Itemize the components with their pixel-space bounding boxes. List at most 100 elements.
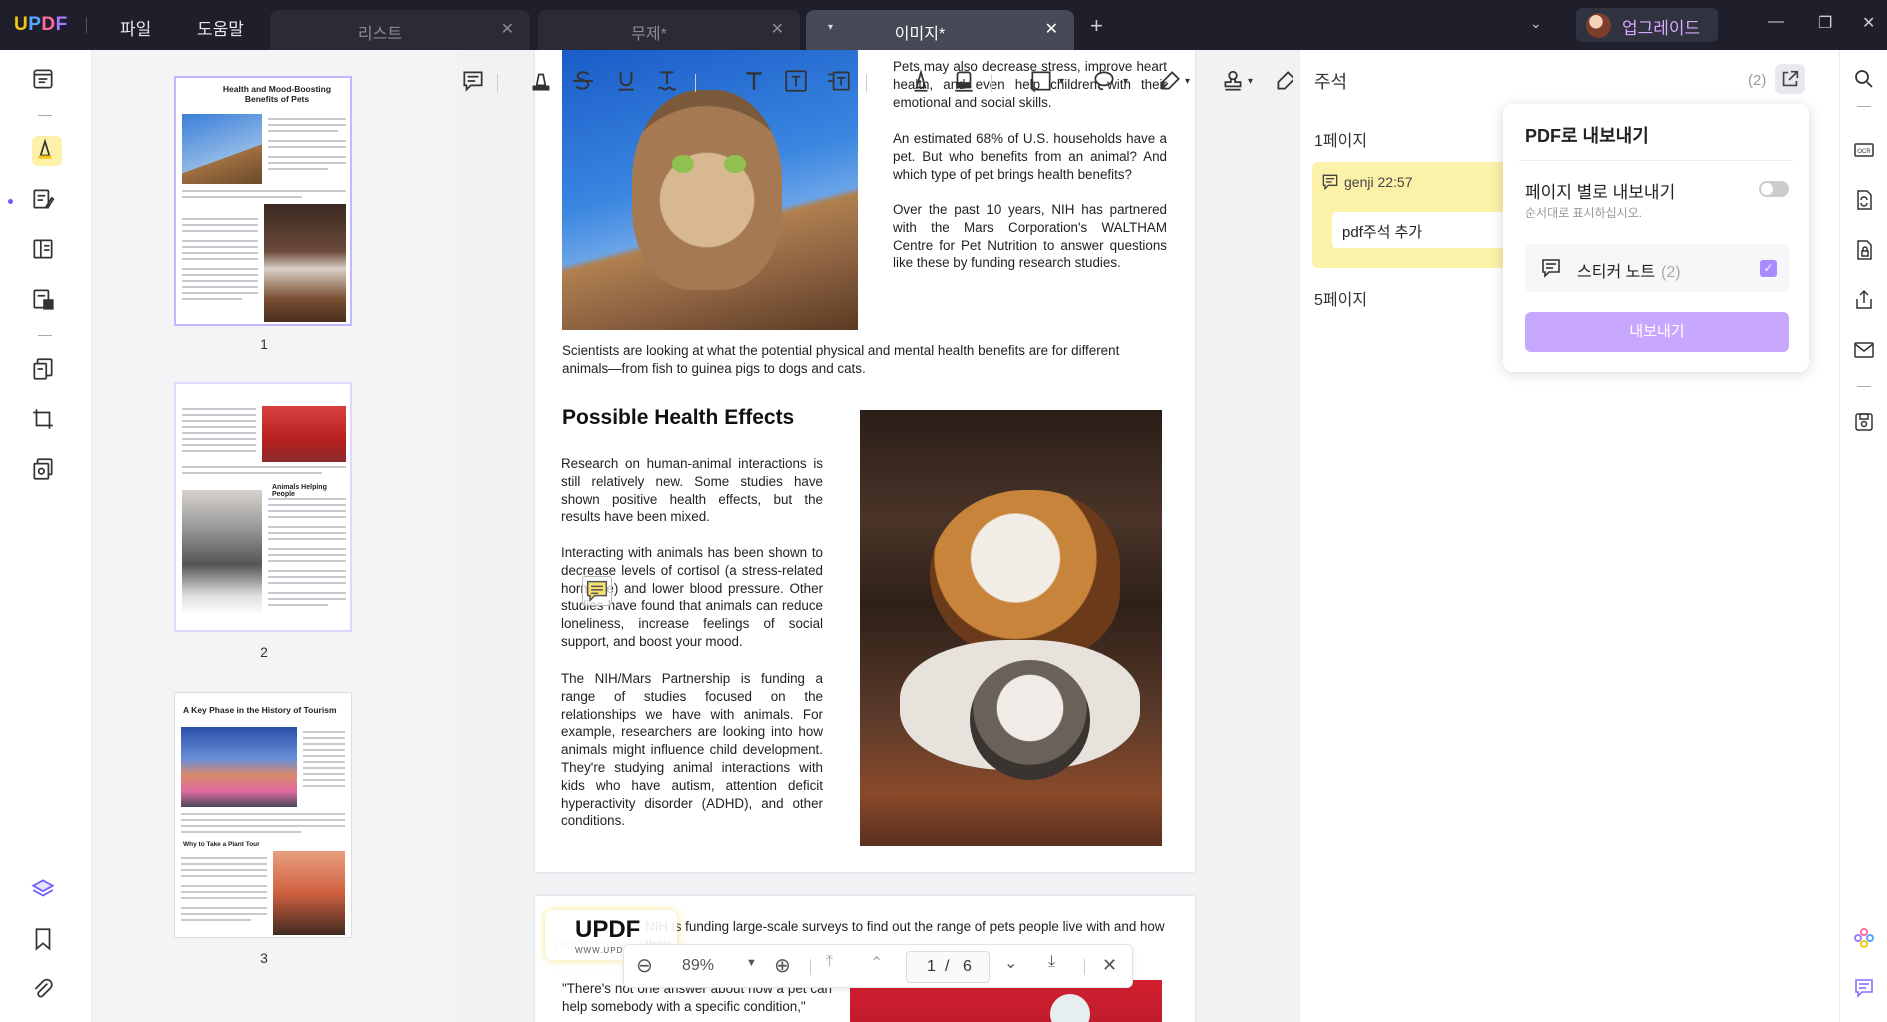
thumb-text-line: [181, 907, 267, 909]
tab-image[interactable]: ▾ 이미지* ✕: [806, 10, 1074, 50]
edit-pdf-icon[interactable]: [30, 186, 60, 216]
ocr-icon[interactable]: OCR: [1852, 138, 1878, 164]
attachment-icon[interactable]: [30, 976, 60, 1006]
page-indicator[interactable]: 1 / 6: [906, 951, 990, 983]
first-page-icon[interactable]: ⤒: [826, 953, 833, 971]
note-content-box[interactable]: pdf주석 추가: [1332, 212, 1512, 248]
zoom-in-icon[interactable]: ⊕: [774, 953, 791, 978]
text-callout-icon[interactable]: [826, 68, 854, 96]
thumb-text-line: [181, 897, 267, 899]
next-page-icon[interactable]: ⌄: [1004, 953, 1017, 973]
thumb-text-line: [182, 274, 258, 276]
thumbnail-page-1[interactable]: Health and Mood-Boosting Benefits of Pet…: [174, 76, 352, 326]
tab-label: 무제*: [631, 26, 667, 43]
previous-page-icon[interactable]: ⌃: [870, 953, 883, 973]
tab-close-icon[interactable]: ✕: [771, 19, 784, 39]
pen-icon[interactable]: [1157, 68, 1185, 96]
stamp-dropdown-icon[interactable]: ▾: [1248, 76, 1253, 87]
tab-close-icon[interactable]: ✕: [1045, 19, 1058, 39]
sticky-note-icon: [1542, 259, 1560, 278]
export-by-page-toggle[interactable]: [1759, 181, 1789, 197]
thumb-text-line: [182, 298, 242, 300]
highlight-icon[interactable]: [528, 68, 556, 96]
thumb-text-line: [303, 767, 345, 769]
last-page-icon[interactable]: ⤓: [1048, 953, 1055, 971]
menu-file[interactable]: 파일: [120, 15, 151, 40]
updf-logo: UPDF: [14, 14, 68, 35]
dog-head: [930, 490, 1120, 660]
popover-divider: [1519, 160, 1793, 161]
search-icon[interactable]: [1852, 67, 1878, 93]
ai-assistant-icon[interactable]: [1852, 926, 1878, 952]
reader-icon[interactable]: [30, 66, 60, 96]
protect-icon[interactable]: [1852, 238, 1878, 264]
tab-untitled[interactable]: 무제* ✕: [538, 10, 800, 50]
textbox-icon[interactable]: [783, 68, 811, 96]
text-icon[interactable]: [741, 68, 769, 96]
export-button[interactable]: 내보내기: [1525, 312, 1789, 352]
bookmark-icon[interactable]: [30, 926, 60, 956]
thumb-text-line: [303, 773, 345, 775]
thumbnail-page-3[interactable]: A Key Phase in the History of Tourism Wh…: [174, 692, 352, 938]
lasso-dropdown-icon[interactable]: ▾: [1123, 76, 1128, 87]
thumb-text-line: [181, 885, 267, 887]
eraser-icon[interactable]: [951, 68, 979, 96]
crop-icon[interactable]: [30, 406, 60, 436]
share-icon[interactable]: [1852, 288, 1878, 314]
tabs-chevron-down-icon[interactable]: ⌄: [1530, 15, 1542, 32]
minimize-icon[interactable]: —: [1768, 13, 1784, 31]
sticky-note-comment[interactable]: genji 22:57 pdf주석 추가: [1312, 162, 1512, 268]
upgrade-button[interactable]: 업그레이드: [1576, 8, 1718, 42]
zoom-out-icon[interactable]: ⊖: [636, 953, 653, 978]
tab-list[interactable]: 리스트 ✕: [270, 10, 530, 50]
comments-page5-label: 5페이지: [1314, 292, 1368, 309]
underline-icon[interactable]: [613, 68, 641, 96]
convert-icon[interactable]: [1852, 188, 1878, 214]
thumb-subheading: Why to Take a Plant Tour: [183, 841, 260, 848]
zoom-dropdown-icon[interactable]: ▼: [746, 957, 757, 969]
email-icon[interactable]: [1852, 338, 1878, 364]
zoom-level[interactable]: 89%: [682, 957, 714, 975]
save-icon[interactable]: [1852, 410, 1878, 436]
pencil-icon[interactable]: [908, 68, 936, 96]
thumb-page-number: 2: [260, 644, 268, 660]
thumb-page-number: 1: [260, 336, 268, 352]
thumb-text-line: [182, 466, 346, 468]
sticky-note-marker[interactable]: [582, 576, 612, 606]
sticky-note-icon[interactable]: [460, 68, 488, 96]
page-view-icon[interactable]: [30, 236, 60, 266]
signature-icon[interactable]: [1273, 68, 1293, 96]
squiggly-icon[interactable]: [654, 68, 682, 96]
thumb-text-line: [182, 224, 258, 226]
close-window-icon[interactable]: ✕: [1862, 13, 1875, 33]
note-text: pdf주석 추가: [1342, 224, 1423, 241]
stamp-icon[interactable]: [1220, 68, 1248, 96]
organize-pages-icon[interactable]: [30, 356, 60, 386]
strikethrough-icon[interactable]: [570, 68, 598, 96]
menu-help[interactable]: 도움말: [197, 15, 244, 40]
comments-panel-icon[interactable]: [1852, 976, 1878, 1002]
comment-icon[interactable]: [32, 136, 62, 166]
thumb-text-line: [182, 408, 256, 410]
layers-icon[interactable]: [30, 876, 60, 906]
lasso-icon[interactable]: [1091, 68, 1119, 96]
close-zoombar-icon[interactable]: ✕: [1102, 955, 1117, 976]
new-tab-plus-icon[interactable]: +: [1090, 13, 1103, 39]
title-bar: UPDF 파일 도움말 리스트 ✕ 무제* ✕ ▾ 이미지* ✕ + ⌄ 업그레…: [0, 0, 1887, 50]
note-author-time: genji 22:57: [1344, 174, 1413, 190]
export-by-page-label: 페이지 별로 내보내기: [1525, 183, 1676, 202]
shape-icon[interactable]: [1028, 68, 1056, 96]
sticky-note-checkbox[interactable]: ✓: [1760, 260, 1777, 277]
rail-separator: [1857, 106, 1871, 107]
thumbnail-page-2[interactable]: Animals Helping People: [174, 382, 352, 632]
tab-close-icon[interactable]: ✕: [501, 19, 514, 39]
export-comments-button[interactable]: [1775, 64, 1805, 94]
form-icon[interactable]: [30, 286, 60, 316]
pen-dropdown-icon[interactable]: ▾: [1185, 76, 1190, 87]
thumb-page-number: 3: [260, 950, 268, 966]
thumb-text-line: [268, 526, 346, 528]
sticky-note-filter-row[interactable]: 스티커 노트 (2) ✓: [1525, 244, 1789, 292]
page-tools-icon[interactable]: [30, 456, 60, 486]
shape-dropdown-icon[interactable]: ▾: [1059, 76, 1064, 87]
restore-icon[interactable]: ❐: [1818, 13, 1832, 33]
